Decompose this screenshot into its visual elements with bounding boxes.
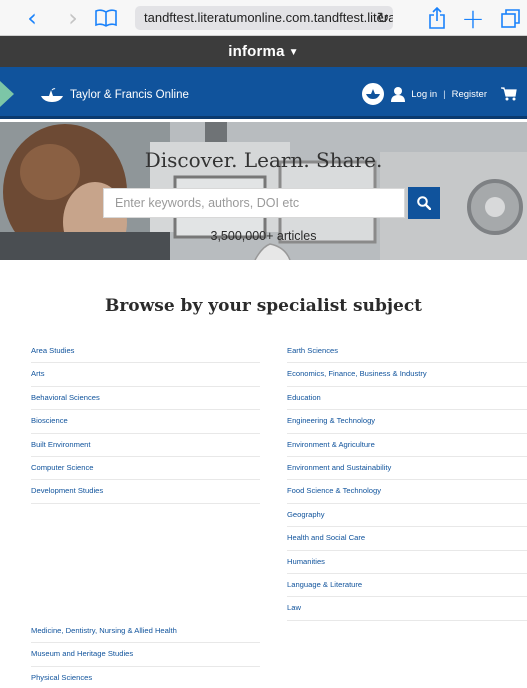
informa-bar[interactable]: informa ▼: [0, 36, 527, 67]
subject-link[interactable]: Environment & Agriculture: [287, 434, 527, 457]
subject-link[interactable]: Physical Sciences: [31, 667, 260, 688]
subject-link[interactable]: Museum and Heritage Studies: [31, 643, 260, 667]
forward-icon[interactable]: ›: [63, 0, 83, 36]
share-icon[interactable]: [426, 0, 448, 36]
bookmarks-icon[interactable]: [94, 0, 118, 36]
back-icon[interactable]: ‹: [22, 0, 42, 36]
subject-link[interactable]: Law: [287, 597, 527, 621]
subject-link[interactable]: Behavioral Sciences: [31, 387, 260, 411]
hero-title: Discover. Learn. Share.: [144, 148, 383, 172]
search-icon: [417, 196, 431, 210]
search-button[interactable]: [408, 187, 440, 219]
subject-link[interactable]: Engineering & Technology: [287, 410, 527, 434]
subject-link[interactable]: Earth Sciences: [287, 340, 527, 364]
subject-link[interactable]: Medicine, Dentistry, Nursing & Allied He…: [31, 620, 260, 644]
logo-text: Taylor & Francis Online: [70, 89, 189, 101]
browse-title: Browse by your specialist subject: [104, 296, 423, 316]
subject-link[interactable]: Economics, Finance, Business & Industry: [287, 363, 527, 387]
hero-banner: Discover. Learn. Share. 3,500,000+ artic…: [0, 122, 527, 260]
url-bar[interactable]: tandftest.literatumonline.com.tandftest.…: [135, 6, 393, 30]
subject-link[interactable]: Arts: [31, 363, 260, 387]
tabs-icon[interactable]: [500, 0, 522, 36]
subject-link[interactable]: Development Studies: [31, 480, 260, 504]
browser-toolbar: ‹ › tandftest.literatumonline.com.tandft…: [0, 0, 527, 36]
subject-list-left-continued: Medicine, Dentistry, Nursing & Allied He…: [31, 620, 260, 688]
logo-lamp-icon: [41, 88, 63, 102]
subject-link[interactable]: Bioscience: [31, 410, 260, 434]
subject-link[interactable]: Environment and Sustainability: [287, 457, 527, 481]
subject-list-right: Earth Sciences Economics, Finance, Busin…: [287, 340, 527, 621]
subject-link[interactable]: Built Environment: [31, 434, 260, 457]
article-count: 3,500,000+ articles: [210, 229, 317, 243]
user-icon[interactable]: [390, 86, 406, 102]
subject-link[interactable]: Food Science & Technology: [287, 480, 527, 504]
subject-link[interactable]: Area Studies: [31, 340, 260, 364]
subject-link[interactable]: Humanities: [287, 551, 527, 574]
subject-link[interactable]: Education: [287, 387, 527, 411]
subject-list-left: Area Studies Arts Behavioral Sciences Bi…: [31, 340, 260, 504]
header-separator: |: [443, 88, 446, 100]
new-tab-icon[interactable]: +: [461, 0, 484, 36]
subject-link[interactable]: Language & Literature: [287, 574, 527, 598]
cart-icon[interactable]: [501, 87, 517, 101]
reload-icon[interactable]: ↻: [373, 6, 393, 30]
subject-link[interactable]: Computer Science: [31, 457, 260, 481]
search-input[interactable]: [103, 188, 405, 218]
informa-label: informa: [228, 43, 285, 60]
arrow-marker-icon: [0, 81, 14, 107]
register-link[interactable]: Register: [452, 89, 487, 100]
site-logo[interactable]: Taylor & Francis Online: [40, 84, 189, 106]
header-actions: Log in | Register: [362, 83, 517, 105]
institution-badge[interactable]: [362, 83, 385, 105]
subject-link[interactable]: Geography: [287, 504, 527, 528]
site-header: Taylor & Francis Online Log in | Registe…: [0, 67, 527, 119]
subject-link[interactable]: Health and Social Care: [287, 527, 527, 551]
chevron-down-icon: ▼: [288, 47, 299, 58]
login-link[interactable]: Log in: [411, 89, 437, 100]
